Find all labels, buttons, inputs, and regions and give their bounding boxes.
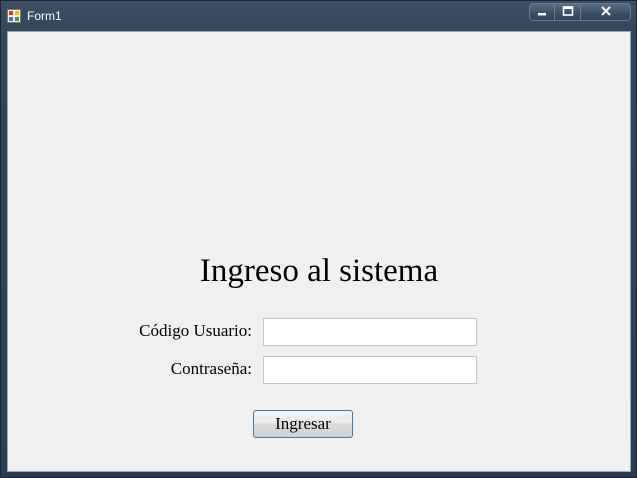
minimize-button[interactable] <box>529 3 555 21</box>
user-code-input[interactable] <box>263 318 477 346</box>
page-title: Ingreso al sistema <box>199 253 439 289</box>
maximize-icon <box>562 3 573 21</box>
user-code-label: Código Usuario: <box>139 321 252 340</box>
minimize-icon <box>537 3 547 21</box>
window-title: Form1 <box>27 9 62 23</box>
window-bottom-border <box>1 472 636 477</box>
close-button[interactable] <box>581 3 631 21</box>
close-icon <box>600 3 611 21</box>
caption-buttons <box>529 3 633 23</box>
maximize-button[interactable] <box>555 3 581 21</box>
password-label: Contraseña: <box>170 359 252 378</box>
submit-button[interactable]: Ingresar <box>253 410 353 438</box>
title-bar[interactable]: Form1 <box>1 1 636 31</box>
form-client-area: Ingreso al sistema Código Usuario: Contr… <box>7 31 631 472</box>
app-window: Form1 Ingreso al sistema Código Usuario: <box>0 0 637 478</box>
password-input[interactable] <box>263 356 477 384</box>
app-icon[interactable] <box>7 9 21 23</box>
